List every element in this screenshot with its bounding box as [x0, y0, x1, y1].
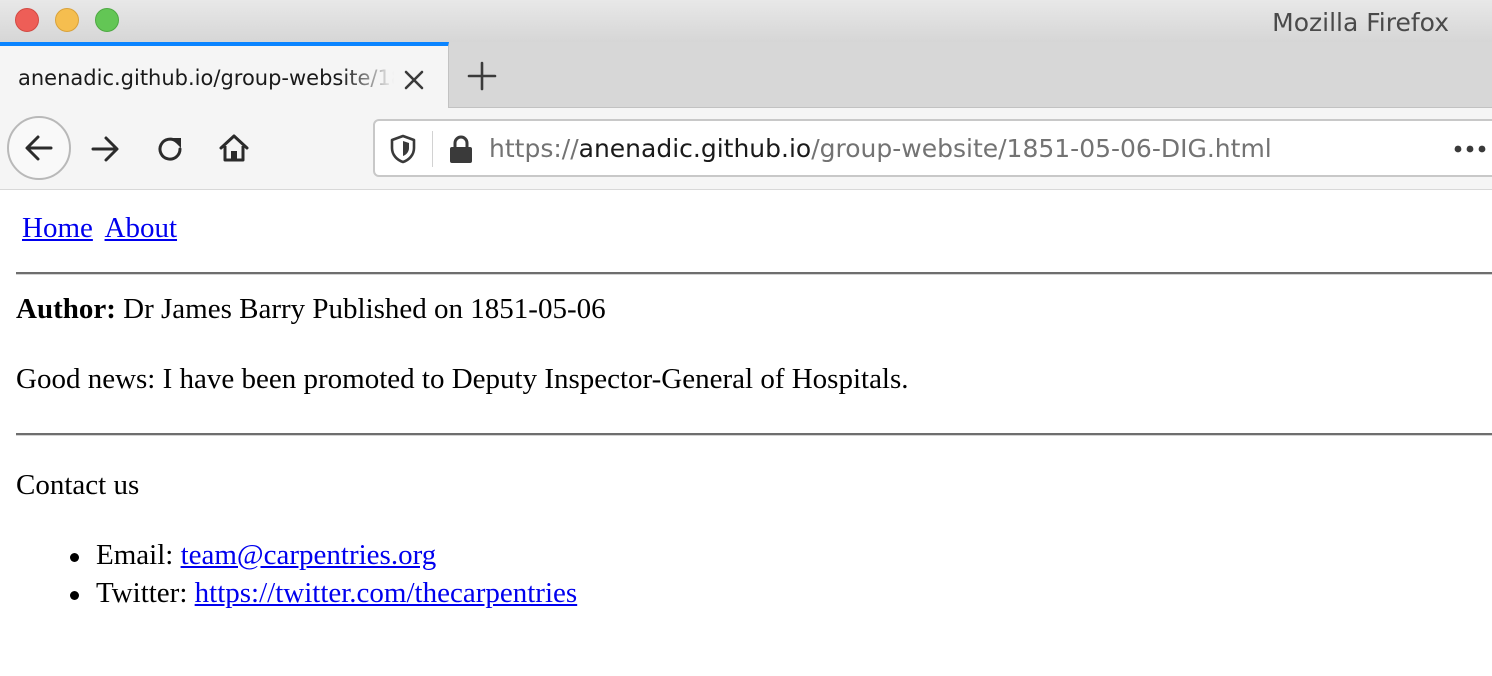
app-title: Mozilla Firefox [1272, 8, 1449, 37]
new-tab-button[interactable] [466, 60, 498, 92]
published-date: Published on 1851-05-06 [312, 293, 606, 325]
contact-item-twitter: Twitter: https://twitter.com/thecarpentr… [58, 574, 577, 612]
lock-icon[interactable] [448, 134, 474, 164]
home-icon [219, 134, 249, 162]
contact-email-link[interactable]: team@carpentries.org [181, 539, 437, 571]
window-maximize-button[interactable] [95, 8, 119, 32]
url-scheme: https:// [489, 134, 579, 163]
more-actions-icon[interactable] [1453, 144, 1487, 154]
header-divider [16, 272, 1492, 275]
post-meta: Author: Dr James Barry Published on 1851… [16, 293, 606, 326]
author-label: Author: [16, 293, 116, 325]
window-titlebar: Mozilla Firefox [0, 0, 1492, 42]
plus-icon [467, 61, 497, 91]
site-nav: Home About [22, 212, 183, 245]
contact-list: Email: team@carpentries.org Twitter: htt… [58, 536, 577, 612]
back-button[interactable] [7, 116, 71, 180]
url-path: /group-website/1851-05-06-DIG.html [811, 134, 1272, 163]
author-name: Dr James Barry [123, 293, 306, 325]
contact-item-email: Email: team@carpentries.org [58, 536, 577, 574]
nav-link-home[interactable]: Home [22, 212, 93, 244]
home-button[interactable] [203, 118, 265, 180]
url-text[interactable]: https://anenadic.github.io/group-website… [489, 134, 1272, 163]
arrow-left-icon [25, 135, 53, 161]
tab-title: anenadic.github.io/group-website/1851-05… [18, 66, 394, 90]
window-minimize-button[interactable] [55, 8, 79, 32]
contact-heading: Contact us [16, 469, 140, 501]
nav-link-about[interactable]: About [105, 212, 178, 244]
tab-strip: anenadic.github.io/group-website/1851-05… [0, 42, 1492, 108]
tracking-protection-shield-icon[interactable] [389, 134, 417, 164]
url-host: anenadic.github.io [578, 134, 812, 163]
forward-button[interactable] [75, 118, 137, 180]
contact-twitter-label: Twitter: [96, 577, 188, 609]
window-close-button[interactable] [15, 8, 39, 32]
arrow-right-icon [91, 136, 119, 162]
close-icon [404, 70, 424, 90]
contact-email-label: Email: [96, 539, 174, 571]
tab-close-button[interactable] [400, 66, 428, 94]
url-bar[interactable]: https://anenadic.github.io/group-website… [373, 119, 1492, 177]
tab-active[interactable]: anenadic.github.io/group-website/1851-05… [0, 42, 449, 108]
contact-twitter-link[interactable]: https://twitter.com/thecarpentries [195, 577, 578, 609]
reload-button[interactable] [140, 118, 202, 180]
post-body: Good news: I have been promoted to Deput… [16, 363, 909, 395]
navigation-toolbar: https://anenadic.github.io/group-website… [0, 108, 1492, 190]
footer-divider [16, 433, 1492, 436]
url-bar-divider [432, 131, 433, 167]
page-content: Home About Author: Dr James Barry Publis… [0, 190, 1492, 676]
reload-icon [158, 137, 182, 161]
